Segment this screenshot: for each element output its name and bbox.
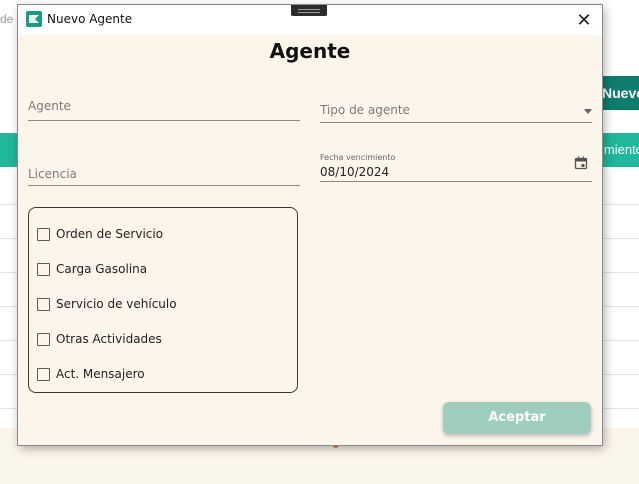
- checkbox-label: Orden de Servicio: [56, 227, 164, 241]
- agente-label: Agente: [28, 99, 71, 113]
- fecha-vencimiento-underline: [320, 181, 592, 182]
- checkbox-box[interactable]: [37, 228, 50, 241]
- licencia-underline: [28, 185, 300, 186]
- nuevo-agente-dialog: Nuevo Agente ✕ Agente Agente Tipo de age…: [18, 5, 602, 445]
- checkbox-label: Carga Gasolina: [56, 262, 148, 276]
- drag-handle[interactable]: [291, 5, 327, 16]
- dialog-heading: Agente: [269, 39, 351, 63]
- chevron-down-icon: [584, 109, 592, 114]
- licencia-input[interactable]: Licencia: [28, 167, 300, 186]
- checkbox-box[interactable]: [37, 298, 50, 311]
- fecha-vencimiento-value: 08/10/2024: [320, 165, 390, 179]
- agente-underline: [28, 120, 300, 121]
- checkbox-box[interactable]: [37, 333, 50, 346]
- background-nuevo-button[interactable]: Nuevo: [598, 76, 639, 110]
- checkbox-label: Otras Actividades: [56, 332, 162, 346]
- checkbox-box[interactable]: [37, 263, 50, 276]
- checkbox-label: Act. Mensajero: [56, 367, 145, 381]
- fecha-vencimiento-label: Fecha vencimiento: [320, 153, 396, 162]
- tipo-agente-select[interactable]: Tipo de agente: [320, 103, 592, 123]
- agente-input[interactable]: Agente: [28, 99, 300, 121]
- activities-checkbox-group: Orden de Servicio Carga Gasolina Servici…: [28, 207, 298, 393]
- calendar-icon[interactable]: [574, 156, 588, 170]
- close-button[interactable]: ✕: [573, 9, 595, 31]
- tipo-agente-underline: [320, 122, 592, 123]
- fecha-vencimiento-datepicker[interactable]: Fecha vencimiento 08/10/2024: [320, 153, 592, 182]
- tipo-agente-label: Tipo de agente: [320, 103, 410, 117]
- background-header-text: imiento: [601, 142, 639, 157]
- checkbox-box[interactable]: [37, 368, 50, 381]
- checkbox-label: Servicio de vehículo: [56, 297, 177, 311]
- dialog-titlebar[interactable]: Nuevo Agente ✕: [18, 5, 602, 35]
- window-title: Nuevo Agente: [47, 12, 133, 26]
- licencia-label: Licencia: [28, 167, 77, 181]
- app-logo-icon: [26, 11, 42, 27]
- accept-button[interactable]: Aceptar: [443, 402, 591, 434]
